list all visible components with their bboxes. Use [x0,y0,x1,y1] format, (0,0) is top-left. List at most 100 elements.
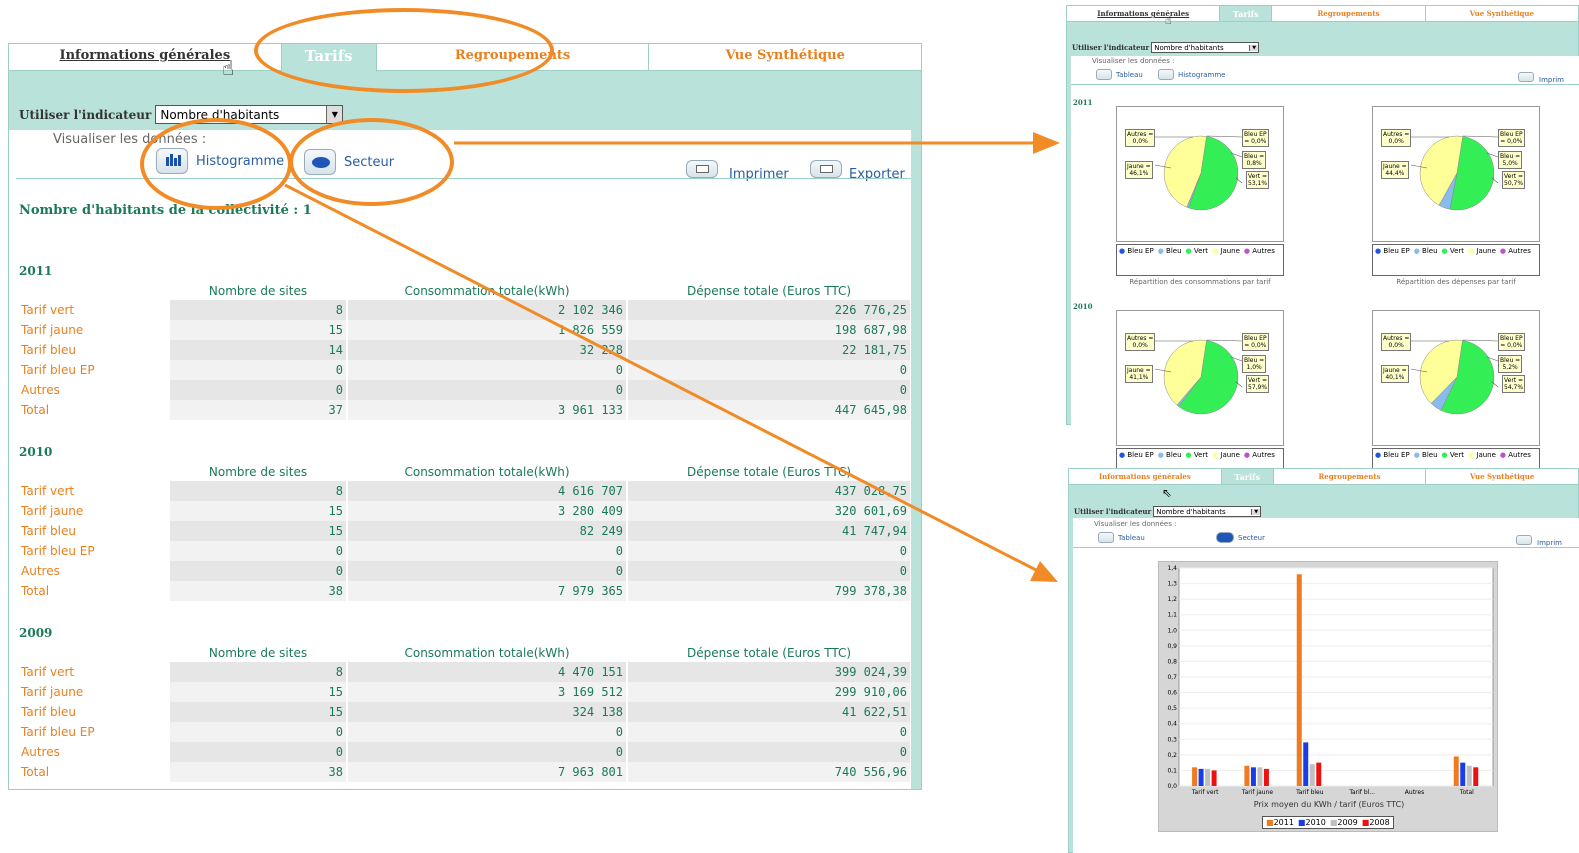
indicator-value: Nombre d'habitants [1154,43,1224,52]
chevron-down-icon[interactable]: ▼ [1249,44,1259,51]
callout-bleuep: Bleu EP = 0,0% [1242,129,1269,147]
callout-jaune: Jaune = 46,1% [1125,161,1153,179]
sector-icon [1216,532,1234,543]
table-row: Tarif bleu EP 0 0 0 [18,541,910,561]
cell-value: 0 [170,561,346,581]
tab-vue-synthetique[interactable]: Vue Synthétique [1425,6,1578,21]
table-row: Total 38 7 979 365 799 378,38 [18,581,910,601]
row-label: Tarif bleu EP [21,725,95,739]
sector-button[interactable]: Secteur [1216,532,1265,543]
highlight-histogram-ellipse [140,118,292,210]
row-label: Tarif bleu [21,343,76,357]
visualize-label: Visualiser les données : [1092,57,1175,65]
tab-tarifs[interactable]: Tarifs [1220,6,1273,21]
indicator-select[interactable]: Nombre d'habitants ▼ [1153,506,1262,517]
callout-vert: Vert = 54,7% [1502,375,1526,393]
cell-value: 0 [628,722,910,742]
callout-autres: Autres = 0,0% [1125,129,1156,147]
printer-icon [1518,72,1534,82]
cell-value: 32 228 [348,340,626,360]
indicator-value: Nombre d'habitants [1156,507,1226,516]
legend-item: ● Jaune [1468,247,1496,255]
table-row: Total 38 7 963 801 740 556,96 [18,762,910,782]
histogram-button[interactable]: Histogramme [1158,69,1225,80]
callout-autres: Autres = 0,0% [1381,129,1412,147]
table-button[interactable]: Tableau [1096,69,1143,80]
col-header: Dépense totale (Euros TTC) [686,284,852,298]
legend-item: ● Vert [1185,247,1209,255]
legend-item: ■2011 [1266,818,1294,827]
cell-value: 0 [628,561,910,581]
chevron-down-icon[interactable]: ▼ [1251,508,1261,515]
tab-informations-generales[interactable]: Informations générales [1069,469,1222,484]
callout-vert: Vert = 53,1% [1246,171,1270,189]
print-button[interactable]: Imprim [1518,70,1564,84]
cell-value: 226 776,25 [628,300,910,320]
cell-value: 38 [170,762,346,782]
cell-value: 0 [348,742,626,762]
table-row: Tarif bleu 15 324 138 41 622,51 [18,702,910,722]
callout-bleuep: Bleu EP = 0,0% [1242,333,1269,351]
x-tick-label: Autres [1405,789,1424,796]
histogram-label: Histogramme [1178,70,1226,79]
bar-2010-1 [1250,767,1256,786]
tab-informations-generales[interactable]: Informations générales [1067,6,1221,21]
hand-cursor-icon: ☝ [1165,14,1172,27]
tab-informations-generales[interactable]: Informations générales [9,44,282,70]
legend-item: ● Autres [1499,451,1531,459]
tab-regroupements[interactable]: Regroupements [1272,6,1426,21]
pie-legend: ● Bleu EP ● Bleu ● Vert ● Jaune ● Autres [1372,244,1540,276]
cell-value: 0 [170,541,346,561]
callout-jaune: Jaune = 44,4% [1381,161,1409,179]
cell-value: 38 [170,581,346,601]
y-tick-label: 1,0 [1167,627,1177,634]
pointer-cursor-icon: ⇖ [1162,486,1173,500]
cell-value: 15 [170,682,346,702]
cell-value: 4 616 707 [348,481,626,501]
tab-tarifs[interactable]: Tarifs [1221,469,1274,484]
x-tick-label: Total [1459,789,1474,796]
visualize-label: Visualiser les données : [1094,520,1177,528]
legend-item: ● Bleu EP [1119,247,1154,255]
legend-item: ● Bleu [1157,451,1182,459]
highlight-sector-ellipse [289,118,454,206]
indicator-select[interactable]: Nombre d'habitants ▼ [1151,42,1260,53]
tab-vue-synthetique[interactable]: Vue Synthétique [1426,469,1579,484]
bar-2008-1 [1263,768,1269,786]
col-header: Dépense totale (Euros TTC) [686,646,852,660]
cell-value: 8 [170,300,346,320]
table-row: Autres 0 0 0 [18,742,910,762]
cell-value: 22 181,75 [628,340,910,360]
print-button[interactable]: Imprim [1516,533,1562,547]
table-button[interactable]: Tableau [1098,532,1145,543]
bar-2010-2 [1303,742,1309,786]
x-tick-label: Tarif jaune [1241,789,1273,796]
row-label: Autres [21,564,60,578]
legend-item: ● Jaune [1468,451,1496,459]
cell-value: 0 [348,380,626,400]
cell-value: 0 [348,360,626,380]
callout-line [1206,339,1243,342]
col-header: Dépense totale (Euros TTC) [686,465,852,479]
cell-value: 299 910,06 [628,682,910,702]
tab-vue-synthetique[interactable]: Vue Synthétique [649,44,922,70]
cell-value: 15 [170,702,346,722]
indicator-row: Utiliser l'indicateur Nombre d'habitants… [1074,506,1262,517]
hand-cursor-icon: ☝ [222,56,235,80]
table-row: Tarif vert 8 2 102 346 226 776,25 [18,300,910,320]
cell-value: 740 556,96 [628,762,910,782]
table-body: Tarif vert 8 2 102 346 226 776,25 Tarif jaun… [18,300,910,420]
y-tick-label: 0,7 [1167,674,1177,681]
bar-divider [1073,547,1579,548]
printer-icon [1516,535,1532,545]
legend-item: ■2008 [1361,818,1390,827]
arrowhead-pie [1033,132,1060,154]
row-label: Tarif vert [21,303,75,317]
table-row: Tarif vert 8 4 616 707 437 028,75 [18,481,910,501]
table-row: Tarif bleu EP 0 0 0 [18,722,910,742]
bar-2008-0 [1211,770,1217,786]
table-icon [1098,532,1114,543]
tab-regroupements[interactable]: Regroupements [1273,469,1427,484]
bar-2011-2 [1296,574,1302,786]
cell-value: 15 [170,521,346,541]
